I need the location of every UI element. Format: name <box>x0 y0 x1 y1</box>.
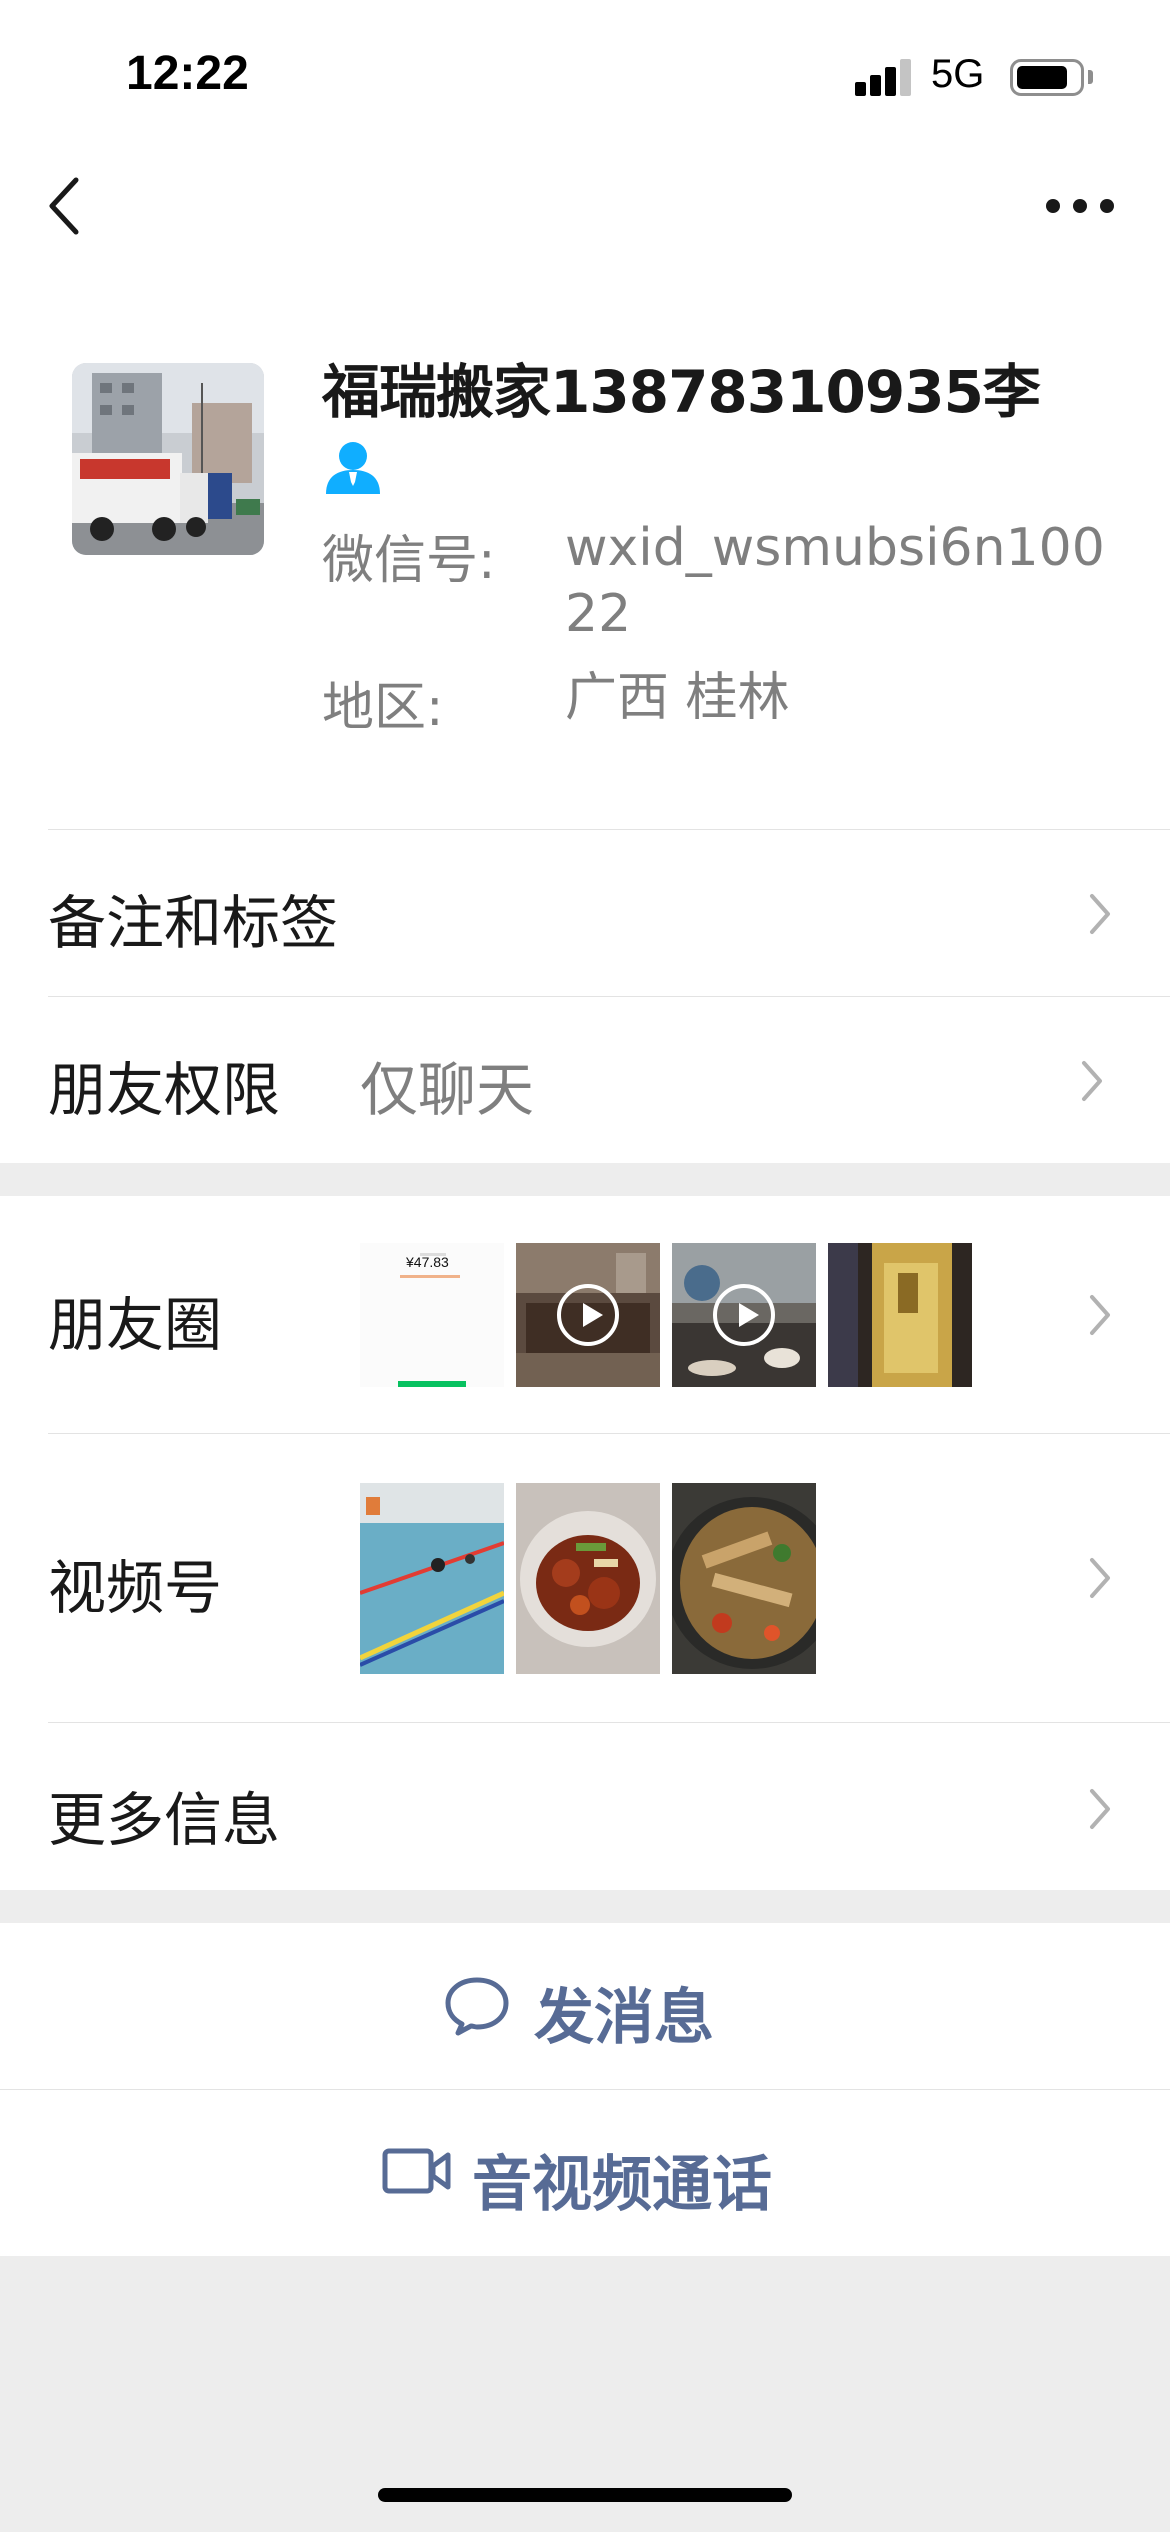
voice-video-call-label: 音视频通话 <box>472 2150 772 2220</box>
channels-thumbnail <box>360 1483 504 1674</box>
chevron-right-icon <box>1090 1789 1110 1829</box>
more-info-row-label: 更多信息 <box>48 1786 281 1854</box>
ellipsis-icon <box>1046 199 1114 213</box>
permissions-row-value: 仅聊天 <box>360 1056 535 1124</box>
wechat-id-label: 微信号: <box>322 531 496 591</box>
send-message-button[interactable]: 发消息 <box>0 1923 1170 2089</box>
channels-row[interactable]: 视频号 <box>0 1434 1170 1722</box>
remarks-row-label: 备注和标签 <box>48 889 339 957</box>
chevron-right-icon <box>1090 1295 1110 1335</box>
moments-thumb-amount: ¥47.83 <box>405 1254 449 1270</box>
back-button[interactable] <box>40 170 100 242</box>
chevron-right-icon <box>1090 894 1110 934</box>
avatar[interactable] <box>72 363 264 555</box>
wechat-id-value-line1: wxid_wsmubsi6n100 <box>565 518 1105 578</box>
moments-thumbnail <box>828 1243 972 1387</box>
wechat-id-value-line2: 22 <box>565 584 632 644</box>
region-label: 地区: <box>322 678 444 738</box>
moments-thumbnail <box>672 1243 816 1387</box>
region-value: 广西 桂林 <box>565 668 790 728</box>
signal-icon <box>855 58 913 96</box>
contact-name: 福瑞搬家13878310935李 <box>322 358 1041 426</box>
contact-person-icon <box>322 438 384 496</box>
remarks-and-tags-row[interactable]: 备注和标签 <box>0 830 1170 996</box>
play-icon <box>557 1284 619 1346</box>
play-icon <box>713 1284 775 1346</box>
chat-bubble-icon <box>445 1977 509 2036</box>
status-time: 12:22 <box>126 47 249 100</box>
voice-video-call-button[interactable]: 音视频通话 <box>0 2090 1170 2256</box>
home-indicator[interactable] <box>378 2488 792 2502</box>
moments-thumbnail: ¥47.83 <box>360 1243 504 1387</box>
chevron-left-icon <box>49 177 79 235</box>
chevron-right-icon <box>1090 1558 1110 1598</box>
chevron-right-icon <box>1082 1061 1102 1101</box>
battery-tip <box>1088 70 1093 84</box>
video-camera-icon <box>382 2148 451 2194</box>
status-bar: 12:22 5G <box>0 0 1170 150</box>
send-message-label: 发消息 <box>534 1983 714 2053</box>
channels-thumbnail <box>672 1483 816 1674</box>
more-button[interactable] <box>1040 176 1120 236</box>
permissions-row-label: 朋友权限 <box>48 1056 281 1124</box>
moments-row-label: 朋友圈 <box>48 1291 223 1359</box>
channels-thumbnail <box>516 1483 660 1674</box>
network-type: 5G <box>931 52 985 96</box>
moments-row[interactable]: 朋友圈 ¥47.83 <box>0 1196 1170 1433</box>
friend-permissions-row[interactable]: 朋友权限 仅聊天 <box>0 997 1170 1163</box>
battery-icon <box>1010 59 1084 96</box>
more-info-row[interactable]: 更多信息 <box>0 1723 1170 1890</box>
channels-row-label: 视频号 <box>48 1554 223 1622</box>
moments-thumbnail <box>516 1243 660 1387</box>
